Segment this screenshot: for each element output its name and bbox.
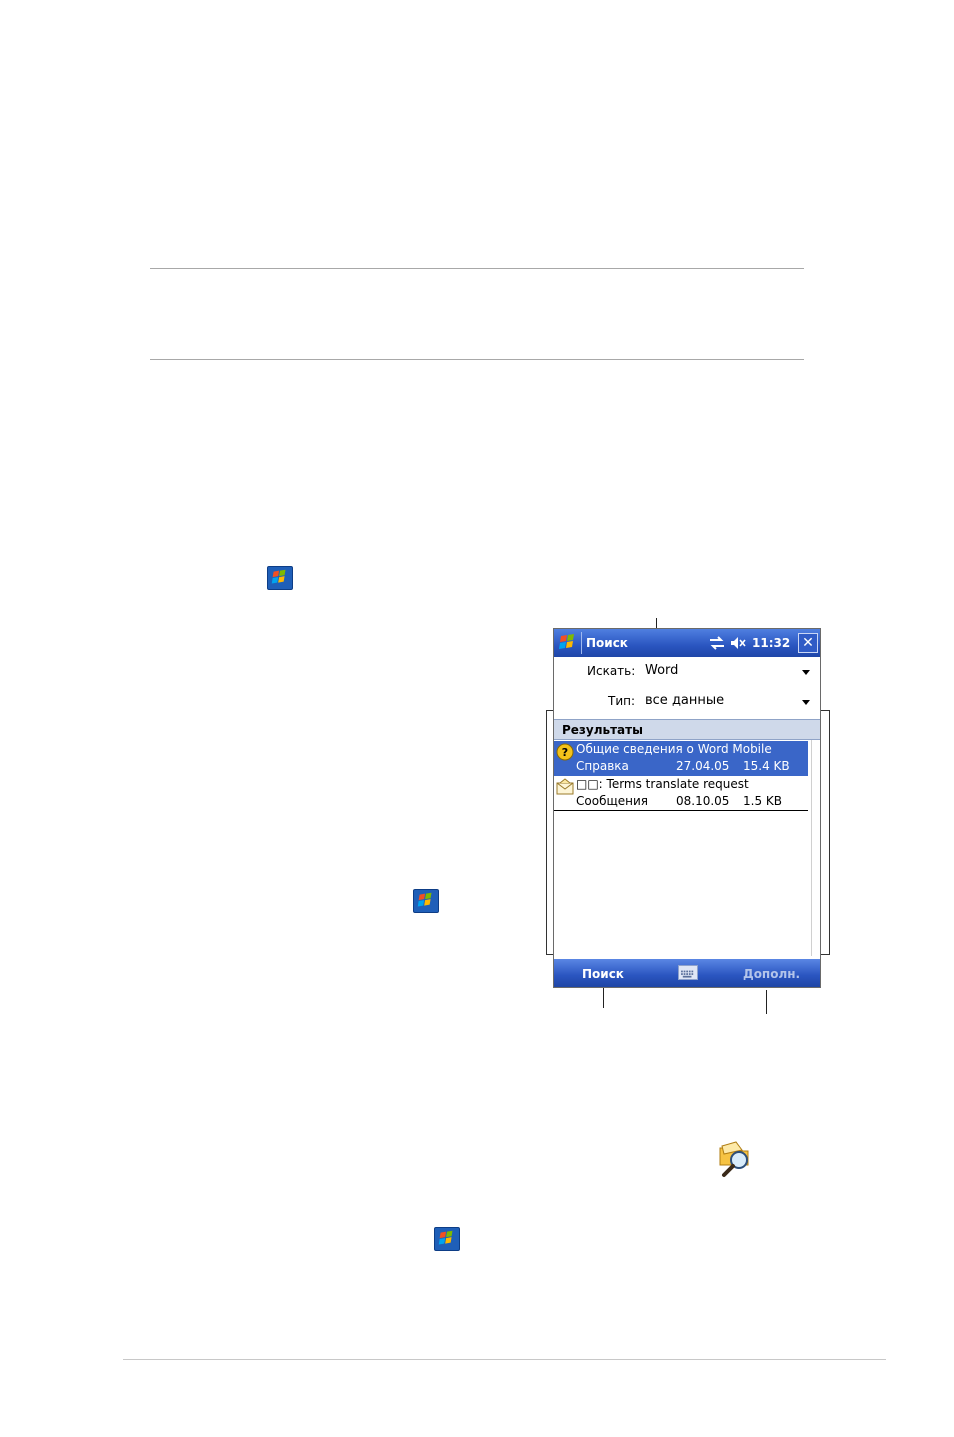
app-title: Поиск [586, 636, 628, 650]
keyboard-icon[interactable] [678, 965, 698, 980]
results-header: Результаты [554, 719, 820, 740]
envelope-icon [556, 778, 574, 795]
start-menu-icon [413, 889, 439, 913]
result-size: 1.5 KB [743, 794, 782, 808]
second-rule [150, 359, 804, 360]
search-input[interactable]: Word [645, 663, 678, 678]
results-scrollbar[interactable] [811, 740, 820, 956]
result-row[interactable]: □□: Terms translate request Сообщения 08… [554, 776, 808, 811]
help-icon: ? [556, 743, 574, 761]
search-label: Искать: [587, 664, 636, 678]
search-softkey[interactable]: Поиск [582, 967, 624, 981]
start-menu-icon [434, 1227, 460, 1251]
svg-text:?: ? [562, 746, 568, 759]
top-rule [150, 268, 804, 269]
type-label: Тип: [608, 694, 636, 708]
close-button[interactable]: ✕ [798, 633, 818, 653]
start-menu-icon [267, 566, 293, 590]
title-separator [581, 632, 582, 654]
result-row[interactable]: ? Общие сведения о Word Mobile Справка 2… [554, 741, 808, 776]
result-title: Общие сведения о Word Mobile [576, 742, 772, 756]
result-date: 27.04.05 [676, 759, 730, 773]
title-bar: Поиск 11:32 ✕ [554, 629, 820, 657]
footer-rule [123, 1359, 886, 1360]
connectivity-icon[interactable] [708, 635, 726, 651]
type-select[interactable]: все данные [645, 693, 724, 708]
result-title: □□: Terms translate request [576, 777, 749, 791]
search-dropdown-arrow-icon[interactable] [802, 670, 810, 675]
start-button-icon[interactable] [556, 631, 580, 655]
result-size: 15.4 KB [743, 759, 790, 773]
menu-softkey[interactable]: Дополн. [743, 967, 800, 981]
callout-leader-menu-softkey [766, 990, 767, 1014]
device-screen: Поиск 11:32 ✕ Искать: Word Тип: все данн… [553, 628, 821, 988]
result-date: 08.10.05 [676, 794, 730, 808]
volume-muted-icon[interactable] [729, 635, 747, 651]
row-divider [554, 810, 808, 811]
result-category: Справка [576, 759, 629, 773]
type-dropdown-arrow-icon[interactable] [802, 700, 810, 705]
search-folder-icon [719, 1141, 749, 1177]
results-header-label: Результаты [562, 723, 643, 737]
menu-bar: Поиск Дополн. [554, 959, 820, 987]
clock[interactable]: 11:32 [752, 636, 790, 650]
result-category: Сообщения [576, 794, 649, 808]
callout-leader-search-softkey [603, 988, 604, 1008]
